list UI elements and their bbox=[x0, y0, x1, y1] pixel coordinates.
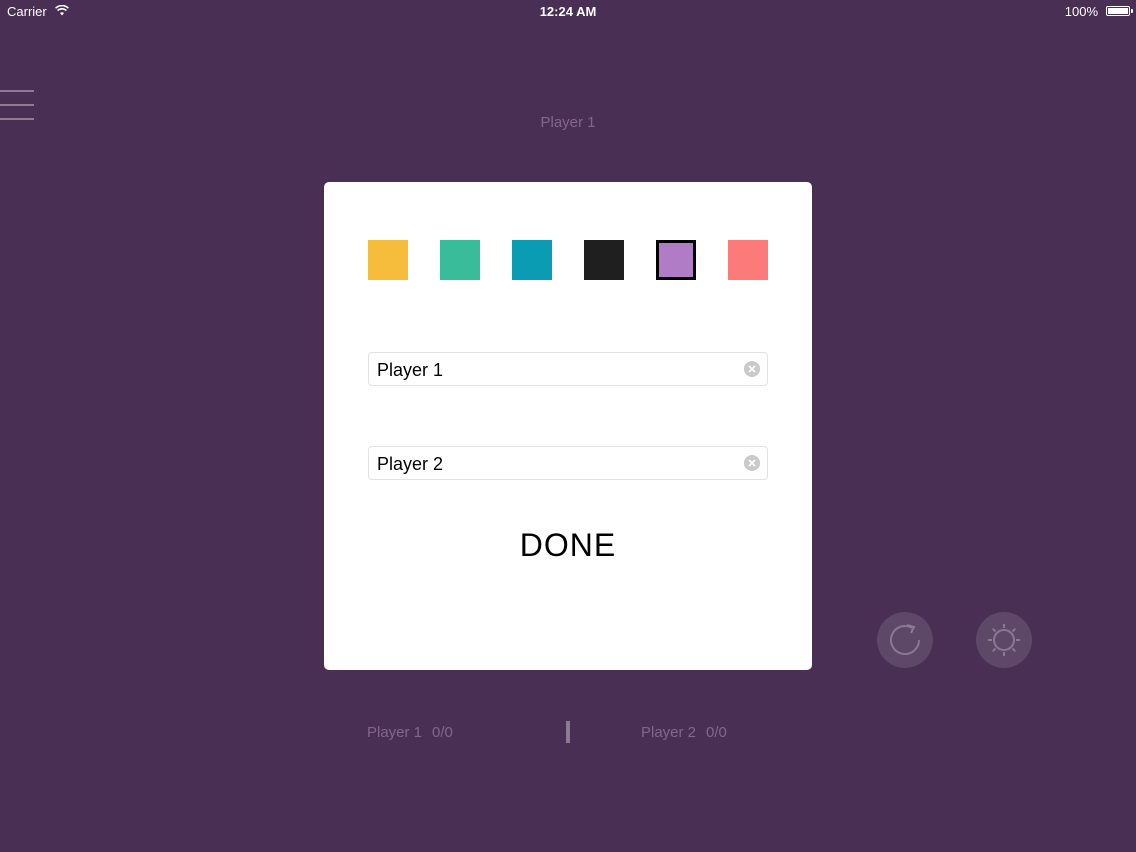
color-swatch-blue[interactable] bbox=[512, 240, 552, 280]
player2-score-value: 0/0 bbox=[706, 724, 727, 741]
player1-score-value: 0/0 bbox=[432, 724, 453, 741]
player2-name-value[interactable]: Player 2 bbox=[377, 454, 443, 475]
status-time: 12:24 AM bbox=[539, 4, 597, 19]
player1-score: Player 1 0/0 bbox=[367, 724, 453, 741]
player-settings-dialog: Player 1 Player 2 DONE bbox=[324, 182, 812, 670]
clear-icon[interactable] bbox=[744, 455, 760, 471]
done-button[interactable]: DONE bbox=[324, 527, 812, 564]
player2-score-name: Player 2 bbox=[641, 724, 697, 741]
current-player-title: Player 1 bbox=[540, 114, 596, 131]
settings-icon bbox=[988, 624, 1020, 656]
battery-icon bbox=[1106, 6, 1133, 16]
score-divider bbox=[566, 721, 570, 743]
refresh-icon bbox=[890, 624, 920, 656]
player1-name-field[interactable]: Player 1 bbox=[368, 352, 768, 386]
color-swatch-purple[interactable] bbox=[656, 240, 696, 280]
refresh-button[interactable] bbox=[877, 612, 933, 668]
player2-score: Player 2 0/0 bbox=[641, 724, 727, 741]
battery-percentage: 100% bbox=[1064, 4, 1098, 19]
player2-name-field[interactable]: Player 2 bbox=[368, 446, 768, 480]
player1-score-name: Player 1 bbox=[367, 724, 423, 741]
color-swatch-pink[interactable] bbox=[728, 240, 768, 280]
settings-button[interactable] bbox=[976, 612, 1032, 668]
status-bar: Carrier 12:24 AM 100% bbox=[0, 0, 1136, 24]
color-swatch-yellow[interactable] bbox=[368, 240, 408, 280]
clear-icon[interactable] bbox=[744, 361, 760, 377]
color-swatch-black[interactable] bbox=[584, 240, 624, 280]
color-swatch-teal[interactable] bbox=[440, 240, 480, 280]
player1-name-value[interactable]: Player 1 bbox=[377, 360, 443, 381]
